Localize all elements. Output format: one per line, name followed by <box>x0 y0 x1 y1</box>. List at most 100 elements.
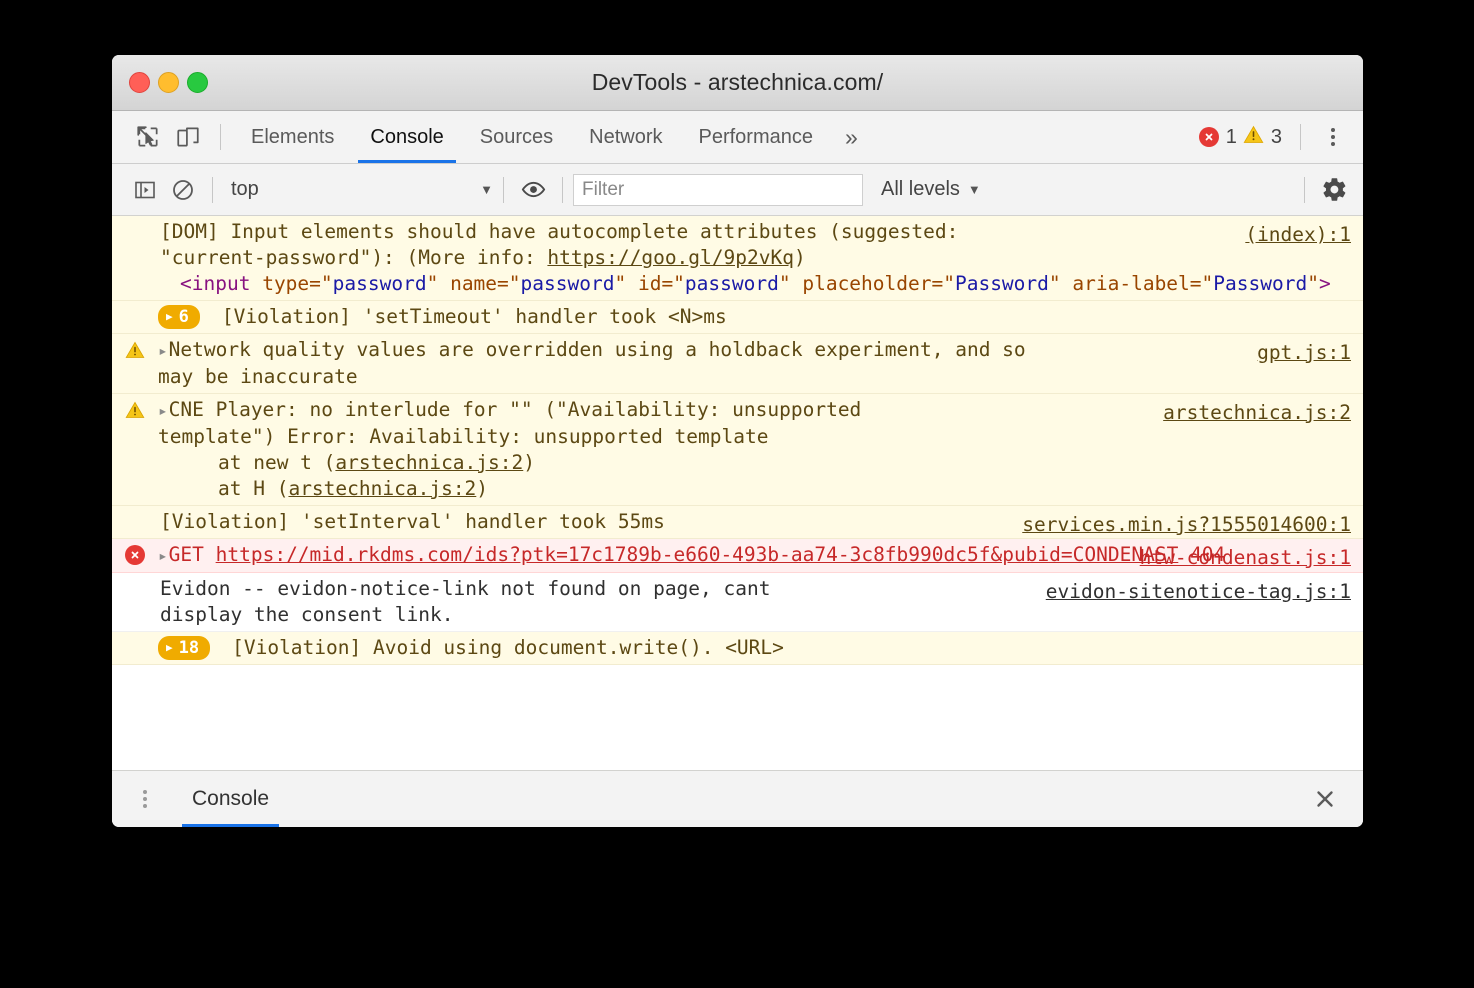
drawer-toolbar: Console <box>112 770 1363 827</box>
group-count-value: 6 <box>179 304 189 330</box>
chevron-down-icon: ▼ <box>480 182 493 197</box>
console-message-group[interactable]: ▶ 6 [Violation] 'setTimeout' handler too… <box>112 301 1363 334</box>
snippet-attr-name: name <box>450 272 497 295</box>
message-line-2: may be inaccurate <box>158 365 358 388</box>
execution-context-selector[interactable]: top ▼ <box>223 178 493 201</box>
message-line-1: [DOM] Input elements should have autocom… <box>160 220 958 243</box>
tab-performance-label: Performance <box>699 126 814 149</box>
message-gutter <box>112 337 158 390</box>
group-count-badge[interactable]: ▶ 18 <box>158 636 210 660</box>
message-body: gpt.js:1 ▸Network quality values are ove… <box>158 337 1357 390</box>
tab-elements-label: Elements <box>251 126 334 149</box>
message-source-link[interactable]: services.min.js?1555014600:1 <box>1022 512 1351 538</box>
console-message[interactable]: arstechnica.js:2 ▸CNE Player: no interlu… <box>112 394 1363 506</box>
message-gutter <box>112 635 158 661</box>
message-source-link[interactable]: arstechnica.js:2 <box>1163 400 1351 426</box>
devtools-tab-bar: Elements Console Sources Network Perform… <box>112 111 1363 164</box>
warning-triangle-icon <box>125 400 145 427</box>
snippet-attr-value: Password <box>1213 272 1307 295</box>
snippet-open-bracket: < <box>180 272 192 295</box>
console-message[interactable]: services.min.js?1555014600:1 [Violation]… <box>112 506 1363 539</box>
message-body: evidon-sitenotice-tag.js:1 Evidon -- evi… <box>158 576 1357 628</box>
stack-frame-suffix: ) <box>476 477 488 500</box>
clear-console-icon[interactable] <box>164 171 202 209</box>
dom-snippet[interactable]: <input type="password" name="password" i… <box>158 271 1343 297</box>
toolbar-divider <box>220 124 221 150</box>
expand-triangle-icon: ▶ <box>166 304 173 330</box>
message-source-link[interactable]: (index):1 <box>1245 222 1351 248</box>
message-body: ▶ 18 [Violation] Avoid using document.wr… <box>158 635 1357 661</box>
tab-sources-label: Sources <box>480 126 553 149</box>
console-message[interactable]: gpt.js:1 ▸Network quality values are ove… <box>112 334 1363 394</box>
message-gutter <box>112 576 158 628</box>
snippet-attr-name: id <box>638 272 661 295</box>
log-level-selector[interactable]: All levels ▼ <box>881 178 981 201</box>
expand-arrow-icon[interactable]: ▸ <box>158 546 168 565</box>
stack-frame-link[interactable]: arstechnica.js:2 <box>288 477 476 500</box>
tab-console[interactable]: Console <box>352 111 461 163</box>
message-body: (index):1 [DOM] Input elements should ha… <box>158 219 1357 297</box>
console-message[interactable]: evidon-sitenotice-tag.js:1 Evidon -- evi… <box>112 573 1363 632</box>
device-toolbar-icon[interactable] <box>168 117 208 157</box>
snippet-attr-value: password <box>521 272 615 295</box>
message-text: [Violation] 'setTimeout' handler took <N… <box>222 304 727 330</box>
message-gutter <box>112 219 158 297</box>
filter-input[interactable] <box>573 174 863 206</box>
error-count-value: 1 <box>1226 126 1237 149</box>
more-vertical-icon[interactable] <box>1313 117 1353 157</box>
message-text: [Violation] Avoid using document.write()… <box>232 635 784 661</box>
console-message[interactable]: htw-condenast.js:1 ▸GET https://mid.rkdm… <box>112 539 1363 573</box>
console-message-list[interactable]: (index):1 [DOM] Input elements should ha… <box>112 216 1363 770</box>
snippet-close-bracket: > <box>1319 272 1331 295</box>
request-url-link[interactable]: https://mid.rkdms.com/ids?ptk=17c1789b-e… <box>216 543 1179 566</box>
tab-network[interactable]: Network <box>571 111 680 163</box>
message-source-link[interactable]: htw-condenast.js:1 <box>1140 545 1351 571</box>
console-message-group[interactable]: ▶ 18 [Violation] Avoid using document.wr… <box>112 632 1363 665</box>
inspect-cursor-icon[interactable] <box>128 117 168 157</box>
stack-frame-suffix: ) <box>523 451 535 474</box>
message-gutter <box>112 509 158 535</box>
message-gutter <box>112 397 158 502</box>
message-text-continued: "current-password"): (More info: https:/… <box>158 245 1343 271</box>
more-tabs-button[interactable]: » <box>831 111 872 163</box>
settings-gear-icon[interactable] <box>1315 171 1353 209</box>
tab-network-label: Network <box>589 126 662 149</box>
expand-arrow-icon[interactable]: ▸ <box>158 341 168 360</box>
more-vertical-icon[interactable] <box>126 780 164 818</box>
stack-frame: at new t (arstechnica.js:2) <box>158 450 1343 476</box>
tab-sources[interactable]: Sources <box>462 111 571 163</box>
console-filter-toolbar: top ▼ All levels ▼ <box>112 164 1363 216</box>
window-title: DevTools - arstechnica.com/ <box>112 69 1363 96</box>
execution-context-value: top <box>231 178 259 201</box>
message-source-link[interactable]: gpt.js:1 <box>1257 340 1351 366</box>
filterbar-divider-3 <box>562 177 563 203</box>
request-method: GET <box>169 543 204 566</box>
console-message[interactable]: (index):1 [DOM] Input elements should ha… <box>112 216 1363 301</box>
tab-performance[interactable]: Performance <box>681 111 832 163</box>
live-expression-eye-icon[interactable] <box>514 171 552 209</box>
stack-frame-prefix: at new t ( <box>218 451 335 474</box>
close-icon[interactable] <box>1305 779 1345 819</box>
counter-divider <box>1300 124 1301 150</box>
group-count-badge[interactable]: ▶ 6 <box>158 305 200 329</box>
drawer-tab-label: Console <box>192 787 269 811</box>
filterbar-divider-2 <box>503 177 504 203</box>
warning-count-badge[interactable]: 3 <box>1243 124 1282 150</box>
more-info-link[interactable]: https://goo.gl/9p2vKq <box>547 246 794 269</box>
message-gutter <box>112 304 158 330</box>
message-source-link[interactable]: evidon-sitenotice-tag.js:1 <box>1046 579 1351 605</box>
message-line-2-post: ) <box>794 246 806 269</box>
snippet-attr-value: Password <box>955 272 1049 295</box>
warning-count-value: 3 <box>1271 126 1282 149</box>
expand-triangle-icon: ▶ <box>166 635 173 661</box>
expand-arrow-icon[interactable]: ▸ <box>158 401 168 420</box>
tab-elements[interactable]: Elements <box>233 111 352 163</box>
error-count-badge[interactable]: 1 <box>1199 126 1237 149</box>
message-line-2: display the consent link. <box>158 602 1343 628</box>
show-console-sidebar-icon[interactable] <box>126 171 164 209</box>
filterbar-divider-4 <box>1304 177 1305 203</box>
message-body: htw-condenast.js:1 ▸GET https://mid.rkdm… <box>158 542 1357 569</box>
stack-frame-link[interactable]: arstechnica.js:2 <box>335 451 523 474</box>
message-text-continued: may be inaccurate <box>158 364 1343 390</box>
drawer-tab-console[interactable]: Console <box>182 771 279 827</box>
